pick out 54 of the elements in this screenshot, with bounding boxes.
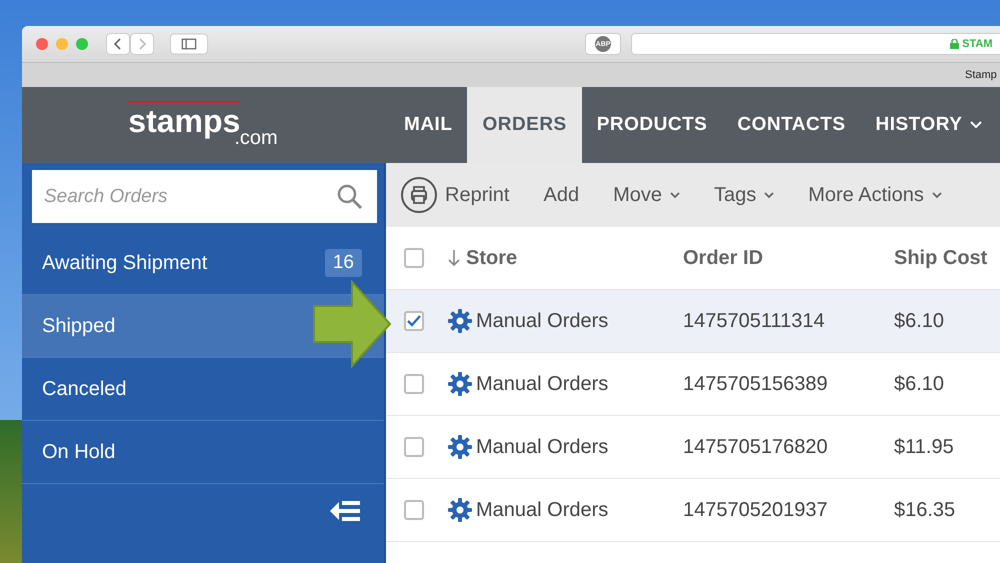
column-header[interactable]: Order ID (683, 246, 894, 270)
browser-tab-title[interactable]: Stamp (965, 69, 997, 81)
toolbar-button[interactable]: Move (613, 184, 680, 206)
search-field[interactable]: Search Orders (32, 170, 377, 223)
ship-cost: $6.10 (894, 310, 946, 332)
collapse-icon[interactable] (330, 500, 360, 522)
caret-icon (670, 192, 680, 198)
nav-tab[interactable]: HISTORY (860, 87, 998, 163)
nav-tab[interactable]: CONTACTS (722, 87, 860, 163)
store-name: Manual Orders (476, 372, 608, 396)
order-id: 1475705111314 (683, 310, 826, 332)
order-id: 1475705156389 (683, 372, 829, 396)
row-checkbox[interactable] (404, 374, 424, 394)
sidebar-item-label: Canceled (42, 378, 127, 400)
table-row[interactable]: Manual Orders 1475705156389 $6.10 (386, 353, 1000, 416)
row-checkbox[interactable] (404, 437, 424, 457)
store-name: Manual Orders (476, 310, 608, 332)
column-header[interactable]: Store (448, 246, 683, 270)
back-icon[interactable] (106, 33, 130, 55)
search-icon (337, 184, 363, 210)
toolbar-button[interactable]: Tags (714, 184, 774, 206)
caret-icon (932, 192, 942, 198)
ship-cost: $6.10 (894, 372, 946, 396)
toolbar-button[interactable]: Add (543, 184, 580, 206)
close-button[interactable] (36, 38, 48, 50)
sidebar-icon[interactable] (170, 33, 208, 55)
sidebar-item-label: Shipped (42, 314, 116, 338)
order-id: 1475705176820 (683, 436, 829, 458)
nav-tab[interactable]: PRODUCTS (582, 87, 722, 163)
column-header[interactable]: Ship Cost (894, 246, 1000, 270)
ship-cost: $11.95 (894, 436, 955, 458)
sidebar-item-label: Awaiting Shipment (42, 252, 208, 274)
ship-cost: $16.35 (894, 498, 956, 522)
sidebar-item-label: On Hold (42, 440, 116, 464)
row-checkbox[interactable] (404, 500, 424, 520)
caret-icon (764, 192, 774, 198)
nav-tab[interactable]: ORDERS (467, 87, 582, 163)
store-name: Manual Orders (476, 498, 608, 522)
lock-icon (950, 39, 960, 49)
toolbar-button[interactable]: Reprint (401, 177, 510, 213)
table-row[interactable]: Manual Orders 1475705201937 $16.35 (386, 479, 1000, 542)
row-checkbox[interactable] (404, 311, 424, 331)
printer-icon (401, 177, 437, 213)
table-row[interactable]: Manual Orders 1475705176820 $11.95 (386, 416, 1000, 479)
toolbar-button[interactable]: More Actions (808, 184, 942, 206)
minimize-button[interactable] (56, 38, 68, 50)
nav-tab[interactable]: MAIL (389, 87, 468, 163)
store-name: Manual Orders (476, 436, 608, 458)
zoom-button[interactable] (76, 38, 88, 50)
select-all-checkbox[interactable] (404, 248, 424, 268)
count-badge: 16 (324, 249, 362, 277)
table-row[interactable]: Manual Orders 1475705111314 $6.10 (386, 290, 1000, 353)
sidebar-item[interactable]: On Hold (22, 421, 384, 484)
order-id: 1475705201937 (683, 498, 829, 522)
